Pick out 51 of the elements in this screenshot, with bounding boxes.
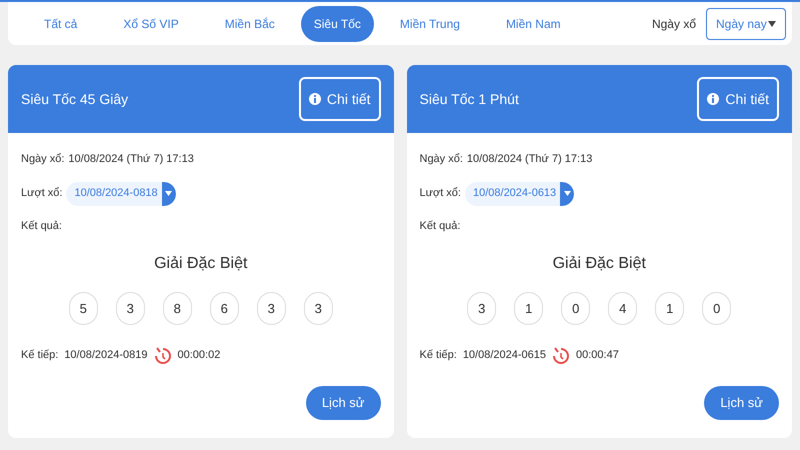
next-label: Kế tiếp: <box>420 348 457 363</box>
result-digit: 3 <box>467 292 496 325</box>
result-label: Kết quả: <box>21 218 62 234</box>
round-label: Lượt xổ: <box>420 186 461 202</box>
prize-title: Giải Đặc Biệt <box>154 254 248 274</box>
date-dropdown[interactable]: Ngày nay <box>706 8 786 40</box>
round-label: Lượt xổ: <box>21 186 62 202</box>
timer-icon <box>154 345 172 365</box>
info-icon <box>308 93 321 105</box>
history-button[interactable]: Lịch sử <box>704 386 779 420</box>
draw-date-label: Ngày xổ: <box>21 152 64 167</box>
draw-date: 10/08/2024 (Thứ 7) 17:13 <box>68 152 194 167</box>
next-round: 10/08/2024-0615 <box>462 348 546 363</box>
details-button[interactable]: Chi tiết <box>298 77 380 121</box>
timer-icon <box>552 345 570 365</box>
result-digit: 1 <box>514 292 544 325</box>
round-select[interactable]: 10/08/2024-0613 <box>464 182 574 206</box>
result-digit: 3 <box>304 292 333 325</box>
draw-date: 10/08/2024 (Thứ 7) 17:13 <box>466 152 592 167</box>
caret-icon <box>165 191 172 196</box>
result-digit: 8 <box>162 292 192 325</box>
result-digit: 0 <box>561 292 590 325</box>
category-tab[interactable]: Xổ Số VIP <box>103 6 199 42</box>
history-button[interactable]: Lịch sử <box>306 386 380 420</box>
category-tab[interactable]: Miền Nam <box>486 6 581 42</box>
next-label: Kế tiếp: <box>21 348 58 363</box>
result-digit: 4 <box>608 292 638 325</box>
date-filter-label: Ngày xổ <box>652 16 696 32</box>
countdown-timer: 00:00:47 <box>576 348 619 363</box>
caret-icon <box>768 20 776 26</box>
next-round: 10/08/2024-0819 <box>64 348 148 363</box>
info-icon <box>707 93 720 105</box>
details-button[interactable]: Chi tiết <box>697 77 779 121</box>
category-tab[interactable]: Tất cả <box>24 6 98 42</box>
draw-date-label: Ngày xổ: <box>420 152 463 167</box>
countdown-timer: 00:00:02 <box>178 348 220 363</box>
result-digit: 3 <box>116 292 145 325</box>
category-tab[interactable]: Miền Trung <box>380 6 480 42</box>
result-digit: 0 <box>702 292 732 325</box>
result-digit: 6 <box>210 292 239 325</box>
round-select[interactable]: 10/08/2024-0818 <box>66 182 176 206</box>
category-tab[interactable]: Miền Bắc <box>204 6 295 42</box>
prize-title: Giải Đặc Biệt <box>552 254 646 274</box>
card-title: Siêu Tốc 45 Giây <box>21 90 128 109</box>
category-tab[interactable]: Siêu Tốc <box>300 6 374 42</box>
result-digit: 3 <box>256 292 286 325</box>
caret-icon <box>564 191 571 196</box>
card-title: Siêu Tốc 1 Phút <box>420 90 519 108</box>
result-label: Kết quả: <box>420 218 460 234</box>
result-digit: 5 <box>68 292 98 325</box>
result-digit: 1 <box>655 292 684 325</box>
